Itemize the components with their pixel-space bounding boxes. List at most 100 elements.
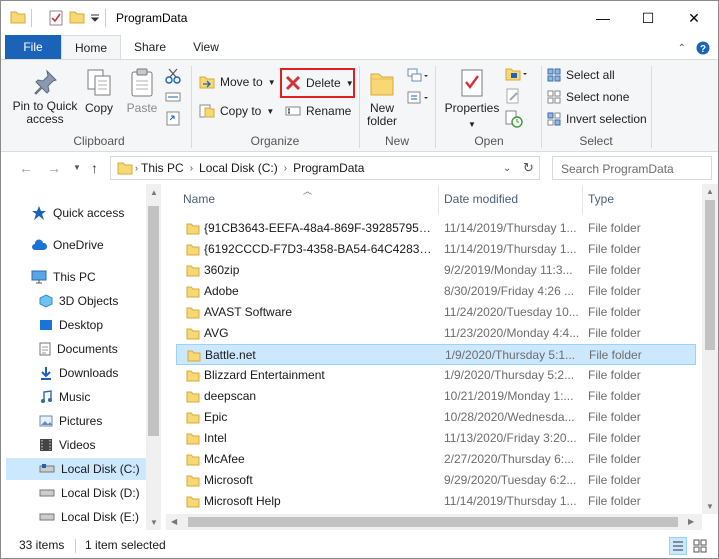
scroll-down-arrow-icon[interactable]: ▼ <box>150 518 158 527</box>
vertical-scroll-thumb[interactable] <box>705 200 715 350</box>
horizontal-scroll-thumb[interactable] <box>188 517 678 527</box>
file-list-horizontal-scrollbar[interactable]: ◀ ▶ <box>166 514 702 530</box>
file-name: {6192CCCD-F7D3-4358-BA54-64C42833A... <box>204 242 436 256</box>
column-header-type[interactable]: Type <box>588 192 614 206</box>
minimize-button[interactable]: — <box>580 1 626 35</box>
nav-item-local-disk-e[interactable]: Local Disk (E:) <box>39 506 139 528</box>
paste-shortcut-icon[interactable] <box>165 110 181 126</box>
file-name: AVAST Software <box>204 305 293 319</box>
table-row[interactable]: Adobe 8/30/2019/Friday 4:26 ... File folde… <box>176 281 696 302</box>
table-row[interactable]: Blizzard Entertainment 1/9/2020/Thursday … <box>176 365 696 386</box>
column-header-name[interactable]: Name <box>183 192 215 206</box>
scroll-up-arrow-icon[interactable]: ▲ <box>150 188 158 197</box>
nav-item-music[interactable]: Music <box>39 386 90 408</box>
address-dropdown-icon[interactable]: ⌄ <box>503 163 511 174</box>
nav-item-documents[interactable]: Documents <box>39 338 118 360</box>
table-row[interactable]: Microsoft Help 11/14/2019/Thursday 1... Fi… <box>176 491 696 512</box>
large-icons-view-icon[interactable] <box>691 537 709 555</box>
table-row[interactable]: 360zip 9/2/2019/Monday 11:3... File folder <box>176 260 696 281</box>
file-name: Microsoft <box>204 473 253 487</box>
nav-item-pictures[interactable]: Pictures <box>39 410 102 432</box>
paste-button[interactable]: Paste <box>125 68 159 115</box>
new-item-icon[interactable] <box>407 68 429 84</box>
crumb-separator-icon[interactable]: › <box>190 163 193 174</box>
scroll-right-arrow-icon[interactable]: ▶ <box>688 517 694 526</box>
address-bar[interactable]: › This PC › Local Disk (C:) › ProgramDat… <box>110 156 540 180</box>
table-row[interactable]: deepscan 10/21/2019/Monday 1:... File fold… <box>176 386 696 407</box>
copy-button[interactable]: Copy <box>83 68 115 115</box>
breadcrumb-this-pc[interactable]: This PC <box>141 161 184 175</box>
ribbon-tabs: File Home Share View <box>1 35 718 60</box>
table-row[interactable]: AVAST Software 11/24/2020/Tuesday 10... Fi… <box>176 302 696 323</box>
tab-share[interactable]: Share <box>123 35 177 59</box>
edit-icon[interactable] <box>505 88 521 104</box>
nav-item-3d-objects[interactable]: 3D Objects <box>39 290 118 312</box>
easy-access-icon[interactable] <box>407 90 429 106</box>
nav-label: OneDrive <box>53 238 104 252</box>
back-arrow-icon[interactable]: ← <box>19 160 33 176</box>
select-all-button[interactable]: Select all <box>547 65 615 85</box>
tab-file[interactable]: File <box>5 35 61 59</box>
up-arrow-icon[interactable]: ↑ <box>91 160 98 176</box>
scroll-left-arrow-icon[interactable]: ◀ <box>171 517 177 526</box>
cut-icon[interactable] <box>165 68 181 84</box>
forward-arrow-icon[interactable]: → <box>47 160 61 176</box>
nav-item-downloads[interactable]: Downloads <box>39 362 118 384</box>
table-row[interactable]: AVG 11/23/2020/Monday 4:4... File folder <box>176 323 696 344</box>
search-box[interactable]: Search ProgramData <box>552 156 712 180</box>
recent-locations-icon[interactable]: ▼ <box>73 163 81 172</box>
close-button[interactable]: ✕ <box>671 1 717 35</box>
open-with-icon[interactable] <box>505 66 529 82</box>
table-row[interactable]: {91CB3643-EEFA-48a4-869F-39285795D61... 1… <box>176 218 696 239</box>
nav-label: This PC <box>53 270 96 284</box>
invert-selection-button[interactable]: Invert selection <box>547 109 647 129</box>
nav-pane-scrollbar[interactable]: ▲ ▼ <box>146 184 161 530</box>
new-folder-button[interactable]: New folder <box>363 68 401 128</box>
select-none-button[interactable]: Select none <box>547 87 629 107</box>
nav-scroll-thumb[interactable] <box>148 206 159 436</box>
file-list-vertical-scrollbar[interactable]: ▲ ▼ <box>702 184 718 514</box>
copy-to-button[interactable]: Copy to ▼ <box>199 101 274 121</box>
delete-button[interactable]: Delete ▼ <box>285 73 354 93</box>
new-folder-icon[interactable] <box>69 10 85 24</box>
nav-item-quick-access[interactable]: Quick access <box>31 202 124 224</box>
scroll-up-arrow-icon[interactable]: ▲ <box>706 187 714 196</box>
scroll-down-arrow-icon[interactable]: ▼ <box>706 502 714 511</box>
refresh-icon[interactable]: ↻ <box>523 160 534 176</box>
tab-home[interactable]: Home <box>61 35 121 60</box>
properties-button[interactable]: Properties ▼ <box>443 68 501 131</box>
table-row[interactable]: Battle.net 1/9/2020/Thursday 5:1... File f… <box>176 344 696 365</box>
nav-item-desktop[interactable]: Desktop <box>39 314 103 336</box>
search-input[interactable]: Search ProgramData <box>561 162 674 176</box>
table-row[interactable]: {6192CCCD-F7D3-4358-BA54-64C42833A... 11/… <box>176 239 696 260</box>
nav-item-onedrive[interactable]: OneDrive <box>31 234 104 256</box>
table-row[interactable]: McAfee 2/27/2020/Thursday 6:... File folde… <box>176 449 696 470</box>
maximize-button[interactable]: ☐ <box>625 1 671 35</box>
paste-label: Paste <box>126 101 158 115</box>
table-row[interactable]: Microsoft 9/29/2020/Tuesday 6:2... File fo… <box>176 470 696 491</box>
breadcrumb-local-disk-c[interactable]: Local Disk (C:) <box>199 161 278 175</box>
music-icon <box>41 390 52 403</box>
file-name: Intel <box>204 431 227 445</box>
crumb-separator-icon[interactable]: › <box>284 163 287 174</box>
quick-access-toolbar-dropdown-icon[interactable] <box>90 14 100 22</box>
help-icon[interactable]: ? <box>696 41 710 55</box>
collapse-ribbon-icon[interactable]: ⌃ <box>678 43 686 54</box>
tab-view[interactable]: View <box>179 35 233 59</box>
column-header-date-modified[interactable]: Date modified <box>444 192 518 206</box>
details-view-icon[interactable] <box>669 537 687 555</box>
copy-path-icon[interactable] <box>165 90 181 104</box>
nav-item-local-disk-c[interactable]: Local Disk (C:) <box>6 458 146 480</box>
nav-item-local-disk-d[interactable]: Local Disk (D:) <box>39 482 140 504</box>
table-row[interactable]: Epic 10/28/2020/Wednesda... File folder <box>176 407 696 428</box>
nav-item-videos[interactable]: Videos <box>39 434 95 456</box>
breadcrumb-programdata[interactable]: ProgramData <box>293 161 364 175</box>
pin-to-quick-access-button[interactable]: Pin to Quick access <box>9 68 81 126</box>
move-to-button[interactable]: Move to ▼ <box>199 72 276 92</box>
properties-check-icon[interactable] <box>49 10 63 26</box>
rename-button[interactable]: Rename <box>285 101 351 121</box>
table-row[interactable]: Intel 11/13/2020/Friday 3:20... File folde… <box>176 428 696 449</box>
folder-icon <box>186 475 200 487</box>
nav-item-this-pc[interactable]: This PC <box>31 266 96 288</box>
history-icon[interactable] <box>505 110 523 128</box>
